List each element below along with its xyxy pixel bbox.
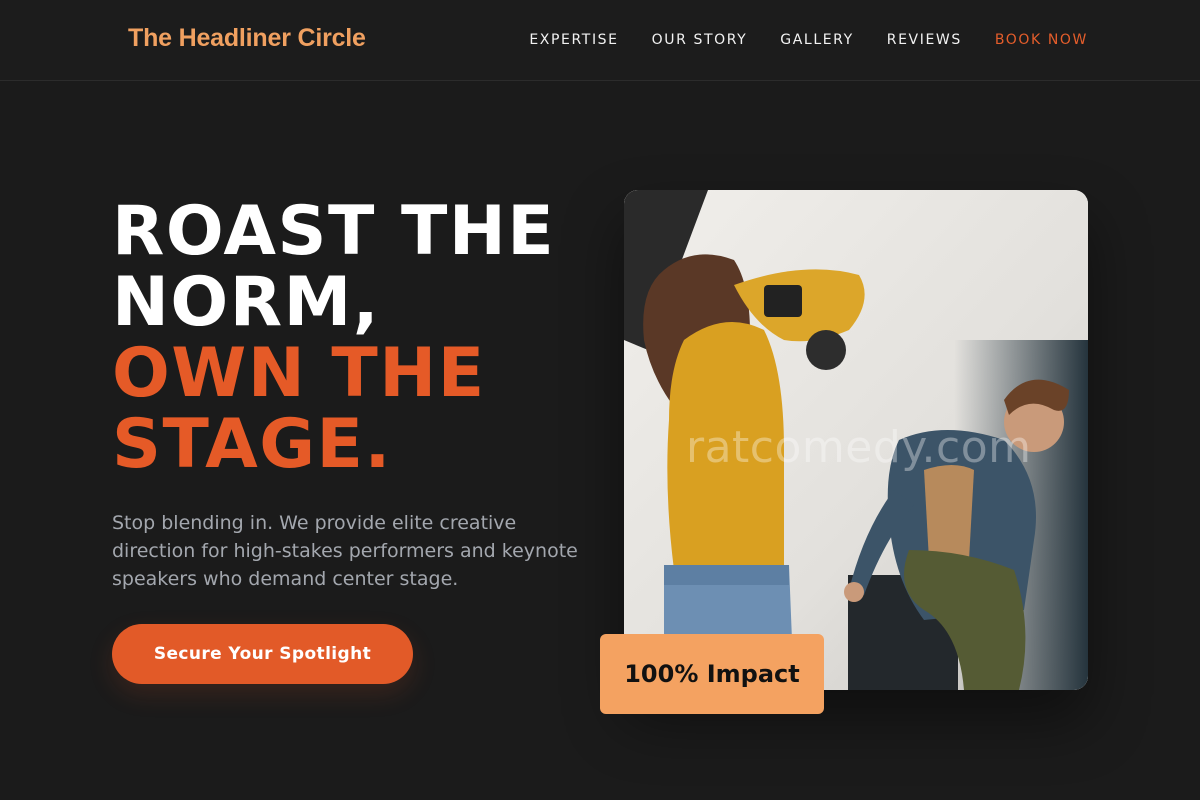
headline-line-1: ROAST THE bbox=[112, 192, 556, 271]
nav-our-story[interactable]: OUR STORY bbox=[652, 32, 748, 48]
headline-line-2: NORM, bbox=[112, 263, 381, 342]
brand-logo[interactable]: The Headliner Circle bbox=[128, 24, 366, 53]
nav-gallery[interactable]: GALLERY bbox=[780, 32, 853, 48]
headline-line-4: STAGE. bbox=[112, 405, 392, 484]
impact-badge: 100% Impact bbox=[600, 634, 824, 714]
watermark-text: ratcomedy.com bbox=[686, 422, 1032, 473]
hero-subtitle: Stop blending in. We provide elite creat… bbox=[112, 512, 578, 590]
main-nav: EXPERTISE OUR STORY GALLERY REVIEWS BOOK… bbox=[529, 32, 1088, 48]
secure-spotlight-button[interactable]: Secure Your Spotlight bbox=[112, 624, 413, 684]
headline-line-3: OWN THE bbox=[112, 334, 486, 413]
nav-expertise[interactable]: EXPERTISE bbox=[529, 32, 618, 48]
site-header: The Headliner Circle EXPERTISE OUR STORY… bbox=[0, 0, 1200, 81]
hero-headline: ROAST THE NORM, OWN THE STAGE. bbox=[112, 196, 592, 480]
nav-reviews[interactable]: REVIEWS bbox=[887, 32, 962, 48]
nav-book-now[interactable]: BOOK NOW bbox=[995, 32, 1088, 48]
